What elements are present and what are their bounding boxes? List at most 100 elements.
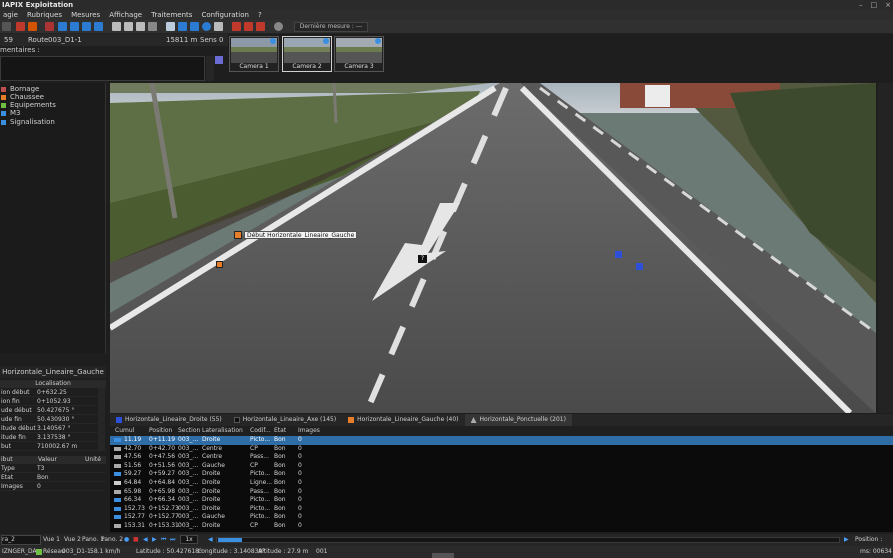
vertical-line-icon[interactable] — [70, 22, 79, 31]
record2-icon[interactable] — [244, 22, 253, 31]
last-icon[interactable]: ⏭ — [170, 534, 175, 546]
row-type-icon — [114, 523, 121, 528]
grid-cell: 0 — [298, 453, 302, 461]
info-icon[interactable]: ● — [124, 534, 129, 546]
camera-1-thumb[interactable]: Camera 1 — [229, 36, 279, 72]
localisation-scrollbar[interactable] — [98, 388, 105, 451]
tab-horizontale-lineaire-droite[interactable]: Horizontale_Lineaire_Droite (55) — [110, 414, 228, 426]
menu-configuration[interactable]: Configuration — [198, 10, 254, 20]
grid-header: Cumul Position Section Lateralisation Co… — [110, 426, 893, 436]
back-icon[interactable] — [2, 22, 11, 31]
table-row[interactable]: 66.34 0+66.34 003_... Droite Picto... Bon 0 — [110, 496, 893, 505]
col-etat[interactable]: Etat — [274, 426, 286, 436]
loc-row: ude fin 50.430930 ° — [0, 415, 98, 424]
table-row[interactable]: 65.98 0+65.98 003_... Droite Pass... Bon 0 — [110, 488, 893, 497]
table-row[interactable]: 153.31 0+153.31 003_... Droite CP Bon 0 — [110, 522, 893, 531]
play-icon[interactable]: ▶ — [152, 534, 157, 546]
panel-icon[interactable] — [166, 22, 175, 31]
comments-scrollbar[interactable] — [206, 56, 214, 81]
maximize-button[interactable]: □ — [871, 0, 878, 10]
table-row[interactable]: 152.73 0+152.73 003_... Droite Picto... Bon 0 — [110, 505, 893, 514]
window3-icon[interactable] — [136, 22, 145, 31]
first-icon[interactable]: ⏮ — [161, 534, 166, 546]
globe-icon[interactable] — [202, 22, 211, 31]
record-icon[interactable]: ■ — [133, 534, 139, 546]
tab-horizontale-lineaire-axe[interactable]: Horizontale_Lineaire_Axe (145) — [228, 414, 342, 426]
table-row[interactable]: 64.84 0+64.84 003_... Droite Ligne... Bon 0 — [110, 479, 893, 488]
comments-input[interactable] — [0, 56, 205, 81]
refresh-icon[interactable] — [274, 22, 283, 31]
record-icon[interactable] — [232, 22, 241, 31]
grid-cell: Bon — [274, 496, 286, 504]
photo-icon[interactable] — [214, 22, 223, 31]
diagonal-icon[interactable] — [82, 22, 91, 31]
blue-marker-icon[interactable] — [615, 251, 622, 258]
camera-3-thumb[interactable]: Camera 3 — [334, 36, 384, 72]
table-row[interactable]: 152.77 0+152.77 003_... Gauche Picto... Bon 0 — [110, 513, 893, 522]
grid-icon[interactable] — [190, 22, 199, 31]
menu-help[interactable]: ? — [255, 10, 268, 20]
tab-horizontale-ponctuelle[interactable]: Horizontale_Ponctuelle (201) — [464, 414, 572, 426]
table-row[interactable]: 42.70 0+42.70 003_... Centre CP Bon 0 — [110, 445, 893, 454]
measure-icon[interactable] — [58, 22, 67, 31]
menu-rubriques[interactable]: Rubriques — [24, 10, 68, 20]
layer-m3[interactable]: M3 — [1, 109, 21, 117]
chaussee-icon — [1, 94, 6, 100]
layer-bornage[interactable]: Bornage — [1, 85, 39, 93]
col-cumul[interactable]: Cumul — [115, 426, 134, 436]
col-position[interactable]: Position — [149, 426, 172, 436]
grid-cell: Gauche — [202, 461, 225, 469]
layer-chaussee[interactable]: Chaussee — [1, 93, 44, 101]
grid-body: 11.19 0+11.19 003_... Droite Picto... Bon 0 42.… — [110, 436, 893, 531]
orange-marker-icon[interactable] — [216, 261, 223, 268]
localisation-header: Localisation — [0, 380, 106, 388]
table-row[interactable]: 11.19 0+11.19 003_... Droite Picto... Bon 0 — [110, 436, 893, 445]
minimize-button[interactable]: – — [859, 0, 863, 10]
timeline-handle[interactable] — [218, 538, 242, 542]
attr-row: Type T3 — [0, 464, 106, 473]
flag-icon[interactable] — [45, 22, 54, 31]
grid-cell: 003_... — [178, 436, 199, 443]
pano-2-button[interactable]: Pano. 2 — [101, 534, 123, 546]
rewind-icon[interactable]: ◀ — [208, 534, 213, 546]
layer-signalisation[interactable]: Signalisation — [1, 118, 55, 126]
marker-orange-icon[interactable] — [28, 22, 37, 31]
comment-edit-icon[interactable] — [215, 56, 223, 64]
layer-equipements[interactable]: Equipements — [1, 101, 56, 109]
edit-icon[interactable] — [148, 22, 157, 31]
col-images[interactable]: Images — [298, 426, 320, 436]
menu-traitements[interactable]: Traitements — [148, 10, 198, 20]
play-back-icon[interactable]: ◀ — [143, 534, 148, 546]
blue-marker-icon-2[interactable] — [636, 263, 643, 270]
col-section[interactable]: Section — [178, 426, 200, 436]
forward-icon[interactable]: ▶ — [844, 534, 849, 546]
marker-red-icon[interactable] — [16, 22, 25, 31]
menu-page[interactable]: agie — [0, 10, 24, 20]
arrow-marker-icon[interactable]: ? — [418, 255, 427, 263]
record3-icon[interactable] — [256, 22, 265, 31]
col-lateralisation[interactable]: Lateralisation — [202, 426, 243, 436]
tab-horizontale-lineaire-gauche[interactable]: Horizontale_Lineaire_Gauche (40) — [342, 414, 464, 426]
table-row[interactable]: 47.56 0+47.56 003_... Centre Pass... Bon 0 — [110, 453, 893, 462]
timeline-slider[interactable] — [216, 537, 840, 543]
camera-select[interactable]: ra_2 — [1, 535, 41, 545]
grid-cell: 0+47.56 — [149, 453, 176, 461]
view-1-button[interactable]: Vue 1 — [43, 534, 60, 546]
table-row[interactable]: 59.27 0+59.27 003_... Droite Picto... Bon 0 — [110, 470, 893, 479]
col-codif[interactable]: Codif... — [250, 426, 271, 436]
table-row[interactable]: 51.56 0+51.56 003_... Gauche CP Bon 0 — [110, 462, 893, 471]
camera-2-thumb[interactable]: Camera 2 — [282, 36, 332, 72]
expand-icon[interactable] — [94, 22, 103, 31]
camera-icon[interactable] — [178, 22, 187, 31]
menu-affichage[interactable]: Affichage — [106, 10, 148, 20]
road-image-viewer[interactable]: Début Horizontale_Lineaire_Gauche ? — [110, 83, 876, 413]
window2-icon[interactable] — [124, 22, 133, 31]
menu-mesures[interactable]: Mesures — [68, 10, 106, 20]
view-2-button[interactable]: Vue 2 — [64, 534, 81, 546]
close-button[interactable]: × — [885, 0, 891, 10]
viewer-scrollbar[interactable] — [878, 83, 893, 413]
window-icon[interactable] — [112, 22, 121, 31]
speed-select[interactable]: 1x — [180, 535, 198, 544]
start-marker-icon[interactable] — [234, 231, 242, 239]
resize-grip[interactable] — [432, 553, 454, 558]
